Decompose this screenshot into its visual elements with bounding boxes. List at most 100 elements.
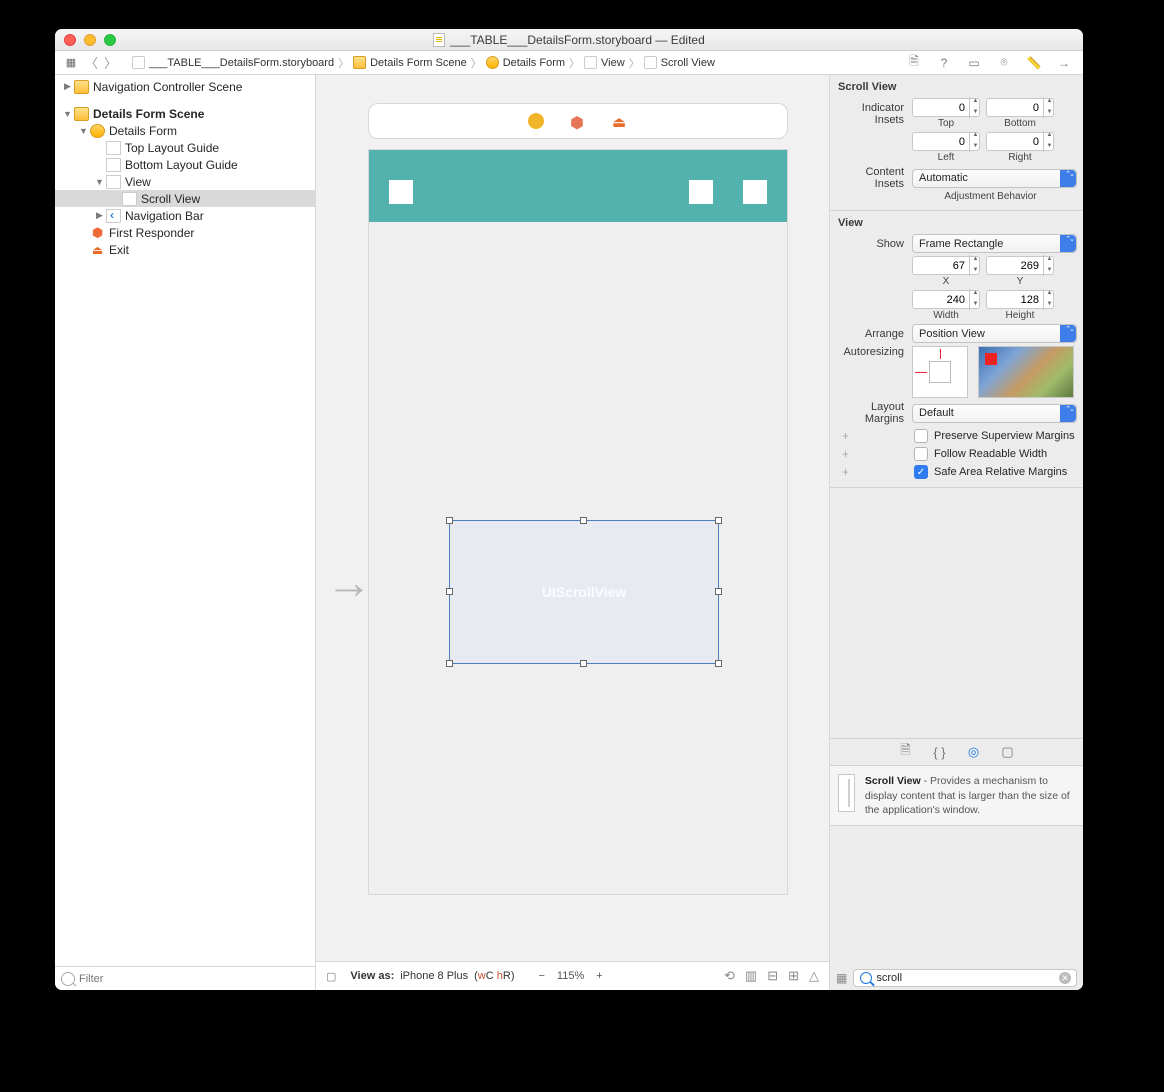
clear-icon[interactable]: ✕ bbox=[1059, 972, 1071, 984]
tree-row[interactable]: ▼Details Form Scene bbox=[55, 105, 315, 122]
zoom-in-button[interactable]: + bbox=[596, 970, 602, 982]
resize-handle[interactable] bbox=[715, 660, 722, 667]
tree-row[interactable]: ▼Details Form bbox=[55, 122, 315, 139]
navbar-icon bbox=[106, 209, 121, 223]
media-library-icon[interactable]: ▢ bbox=[1000, 744, 1016, 760]
toggle-outline-icon[interactable]: ▢ bbox=[326, 970, 336, 983]
folder-icon bbox=[74, 80, 89, 94]
outline-filter bbox=[55, 966, 315, 990]
add-icon[interactable]: + bbox=[842, 447, 849, 461]
size-inspector-icon[interactable]: 📏 bbox=[1025, 54, 1043, 72]
layout-margins-select[interactable]: Default bbox=[912, 404, 1077, 423]
scene-dock[interactable]: ⬢ ⏏ bbox=[368, 103, 788, 139]
navigation-bar-view[interactable] bbox=[369, 150, 787, 222]
nav-item[interactable] bbox=[389, 180, 413, 204]
section-title: Scroll View bbox=[836, 78, 1077, 95]
safe-area-checkbox[interactable]: ✓ bbox=[914, 465, 928, 479]
crumb-file[interactable]: ___TABLE___DetailsForm.storyboard bbox=[129, 56, 337, 69]
folder-icon bbox=[74, 107, 89, 121]
library-search-value: scroll bbox=[876, 972, 902, 984]
filter-input[interactable] bbox=[79, 973, 309, 985]
back-icon[interactable]: 〈 bbox=[85, 53, 98, 72]
titlebar: ___TABLE___DetailsForm.storyboard — Edit… bbox=[55, 29, 1083, 51]
outline-tree[interactable]: ▶Navigation Controller Scene ▼Details Fo… bbox=[55, 75, 315, 966]
tree-row[interactable]: ⏏Exit bbox=[55, 241, 315, 258]
view-as-button[interactable]: View as: iPhone 8 Plus (wC hR) bbox=[350, 970, 514, 982]
add-icon[interactable]: + bbox=[842, 465, 849, 479]
title-text: ___TABLE___DetailsForm.storyboard — Edit… bbox=[450, 33, 705, 47]
tree-row[interactable]: Bottom Layout Guide bbox=[55, 156, 315, 173]
crumb-scene[interactable]: Details Form Scene bbox=[350, 56, 470, 69]
ib-canvas[interactable]: → ⬢ ⏏ UIScrollView bbox=[316, 75, 829, 961]
size-class: (wC hR) bbox=[474, 970, 514, 982]
library-item-text: Scroll View - Provides a mechanism to di… bbox=[865, 774, 1075, 817]
tree-row[interactable]: ▶Navigation Bar bbox=[55, 207, 315, 224]
disclosure-icon[interactable]: ▶ bbox=[63, 81, 72, 92]
nav-item[interactable] bbox=[743, 180, 767, 204]
tree-row[interactable]: ▼View bbox=[55, 173, 315, 190]
resize-handle[interactable] bbox=[715, 517, 722, 524]
main-columns: ▶Navigation Controller Scene ▼Details Fo… bbox=[55, 75, 1083, 990]
close-icon[interactable] bbox=[64, 34, 76, 46]
library-item[interactable]: Scroll View - Provides a mechanism to di… bbox=[830, 766, 1083, 826]
pin-icon[interactable]: ⊞ bbox=[788, 968, 799, 984]
window-title: ___TABLE___DetailsForm.storyboard — Edit… bbox=[55, 33, 1083, 47]
stepper-icon[interactable]: ▲▼ bbox=[969, 97, 981, 118]
nav-item[interactable] bbox=[689, 180, 713, 204]
connections-inspector-icon[interactable]: → bbox=[1055, 54, 1073, 72]
preserve-margins-checkbox[interactable] bbox=[914, 429, 928, 443]
embed-icon[interactable]: ▥ bbox=[745, 968, 757, 984]
tree-row[interactable]: ⬢First Responder bbox=[55, 224, 315, 241]
autoresizing-control[interactable] bbox=[912, 346, 968, 398]
resize-handle[interactable] bbox=[446, 588, 453, 595]
library-filter-bar: ▦ scroll ✕ bbox=[830, 966, 1083, 990]
crumb-vc[interactable]: Details Form bbox=[483, 56, 568, 69]
resize-handle[interactable] bbox=[580, 517, 587, 524]
show-select[interactable]: Frame Rectangle bbox=[912, 234, 1077, 253]
search-icon bbox=[860, 972, 872, 984]
crumb-view[interactable]: View bbox=[581, 56, 628, 69]
crumb-scrollview[interactable]: Scroll View bbox=[641, 56, 718, 69]
related-items-icon[interactable] bbox=[63, 55, 79, 71]
add-icon[interactable]: + bbox=[842, 429, 849, 443]
resize-handle[interactable] bbox=[715, 588, 722, 595]
tree-row[interactable]: ▶Navigation Controller Scene bbox=[55, 78, 315, 95]
attributes-inspector-icon[interactable]: ⌾ bbox=[995, 54, 1013, 72]
exit-dock-icon[interactable]: ⏏ bbox=[612, 113, 628, 129]
viewcontroller-icon bbox=[486, 56, 499, 69]
code-snippet-icon[interactable]: { } bbox=[932, 744, 948, 760]
readable-width-checkbox[interactable] bbox=[914, 447, 928, 461]
minimize-icon[interactable] bbox=[84, 34, 96, 46]
align-icon[interactable]: ⊟ bbox=[767, 968, 778, 984]
initial-vc-arrow-icon[interactable]: → bbox=[326, 555, 372, 609]
resolve-icon[interactable]: △ bbox=[809, 968, 819, 984]
tree-row-selected[interactable]: Scroll View bbox=[55, 190, 315, 207]
object-library-icon[interactable]: ◎ bbox=[966, 744, 982, 760]
help-inspector-icon[interactable]: ? bbox=[935, 54, 953, 72]
arrange-select[interactable]: Position View bbox=[912, 324, 1077, 343]
resize-handle[interactable] bbox=[446, 660, 453, 667]
scene: ⬢ ⏏ UIScrollView bbox=[368, 103, 788, 895]
forward-icon[interactable]: 〉 bbox=[104, 53, 117, 72]
jump-bar: 〈 〉 ___TABLE___DetailsForm.storyboard 〉 … bbox=[55, 51, 1083, 75]
viewcontroller-dock-icon[interactable] bbox=[528, 113, 544, 129]
maximize-icon[interactable] bbox=[104, 34, 116, 46]
grid-view-icon[interactable]: ▦ bbox=[836, 971, 847, 985]
zoom-out-button[interactable]: − bbox=[538, 970, 544, 982]
resize-handle[interactable] bbox=[580, 660, 587, 667]
filter-icon[interactable] bbox=[61, 972, 75, 986]
file-inspector-icon[interactable]: 🗎 bbox=[905, 54, 923, 72]
content-insets-select[interactable]: Automatic bbox=[912, 169, 1077, 188]
library-search[interactable]: scroll ✕ bbox=[853, 969, 1077, 987]
device-frame[interactable]: UIScrollView bbox=[368, 149, 788, 895]
first-responder-dock-icon[interactable]: ⬢ bbox=[570, 113, 586, 129]
resize-handle[interactable] bbox=[446, 517, 453, 524]
update-frames-icon[interactable]: ⟲ bbox=[724, 968, 735, 984]
zoom-value[interactable]: 115% bbox=[557, 970, 584, 982]
first-responder-icon: ⬢ bbox=[90, 226, 105, 240]
tree-row[interactable]: Top Layout Guide bbox=[55, 139, 315, 156]
identity-inspector-icon[interactable]: ▭ bbox=[965, 54, 983, 72]
library-tabs: 🗎 { } ◎ ▢ bbox=[830, 738, 1083, 766]
file-template-icon[interactable]: 🗎 bbox=[898, 744, 914, 760]
scrollview-selected[interactable]: UIScrollView bbox=[449, 520, 719, 664]
